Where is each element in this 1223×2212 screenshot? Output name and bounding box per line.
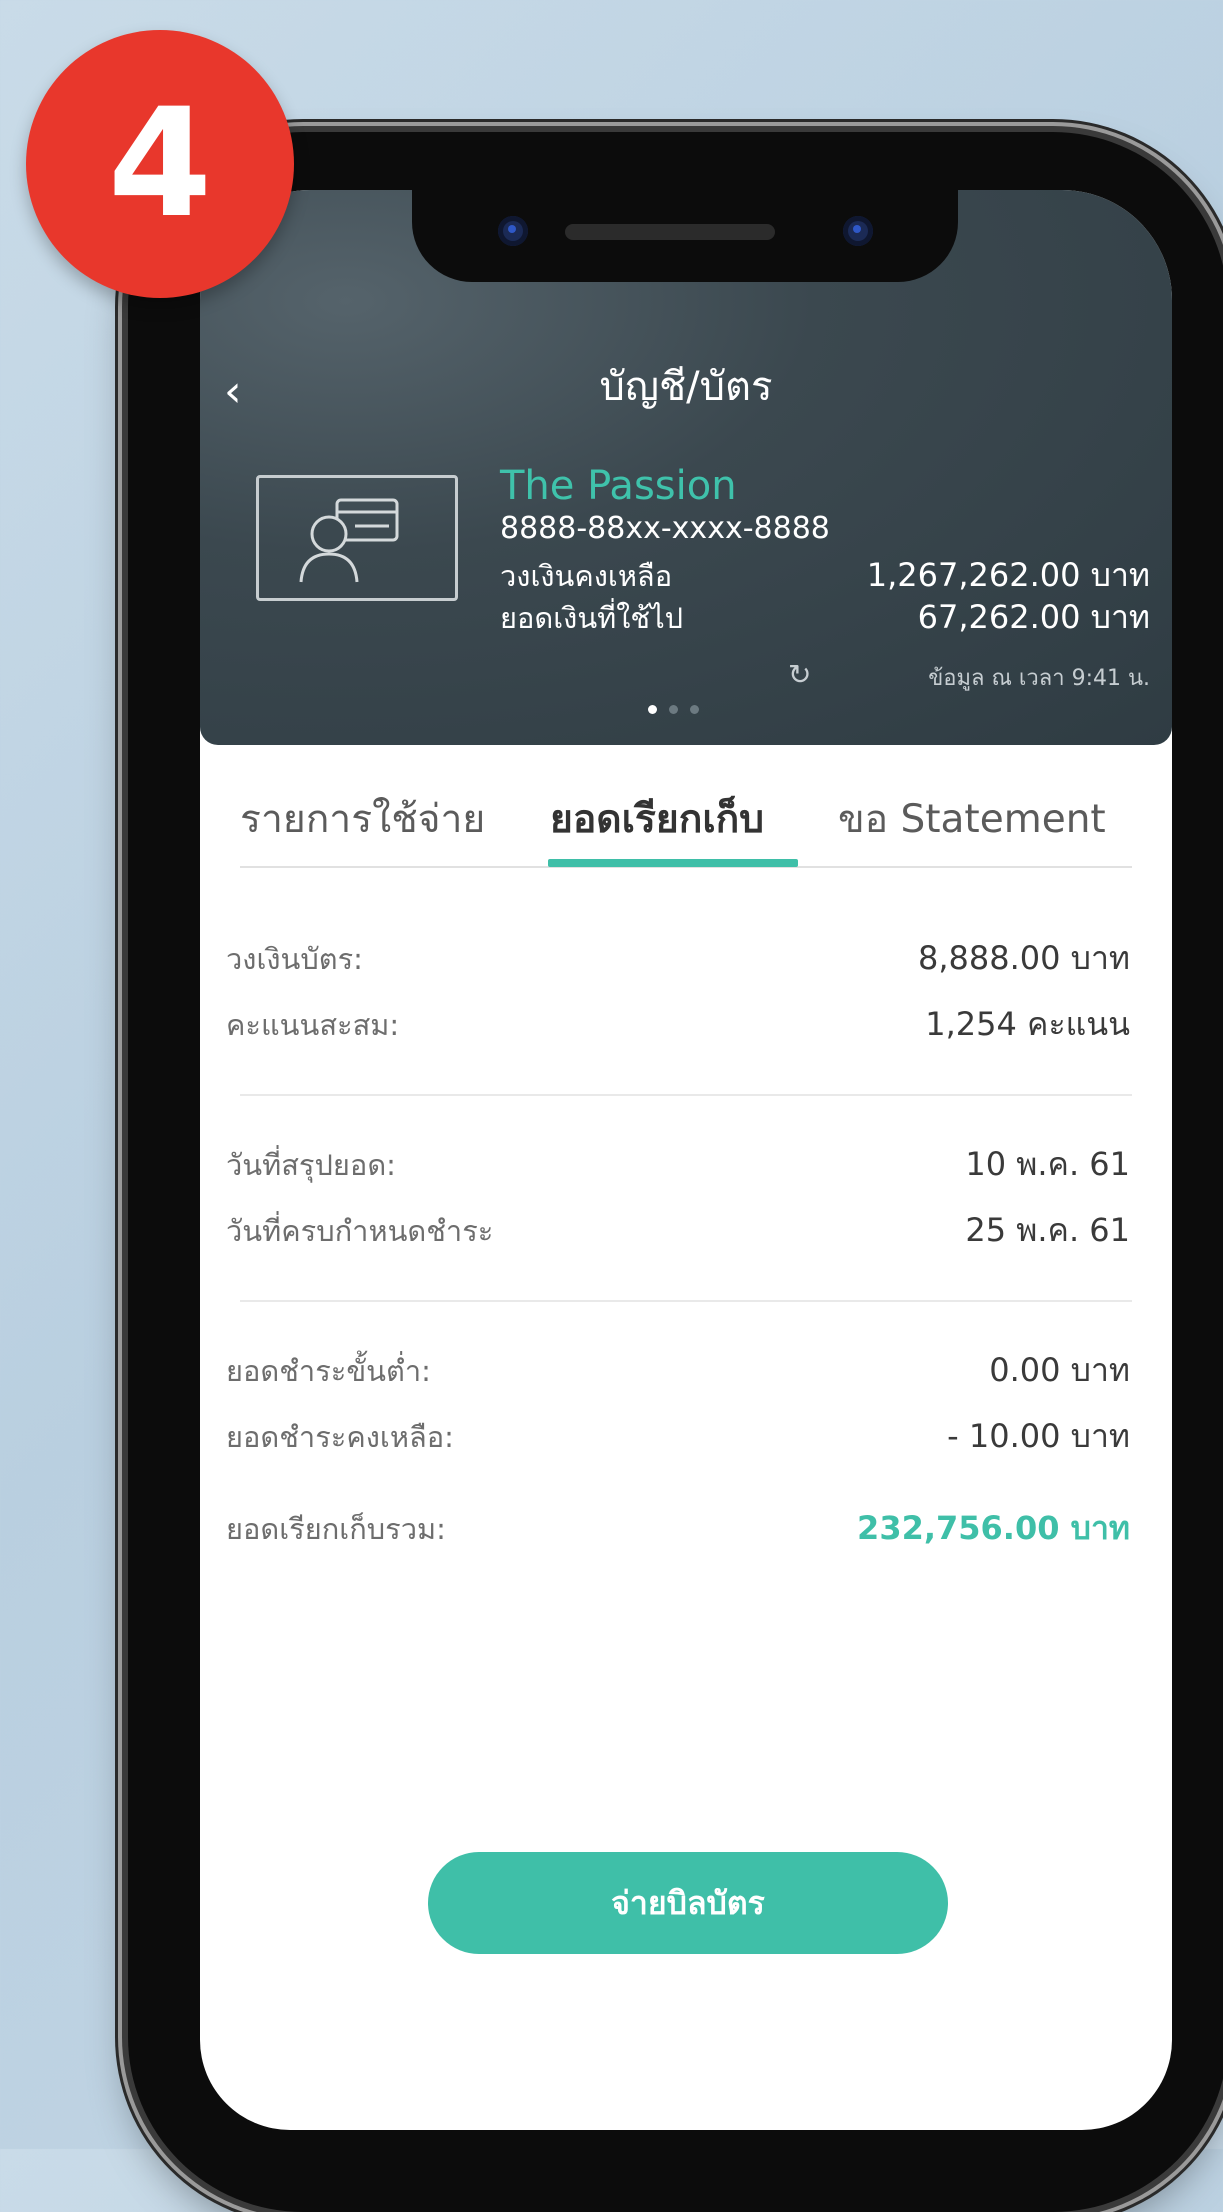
total-billed-value: 232,756.00 บาท: [857, 1509, 1130, 1547]
pager-dot[interactable]: [690, 705, 699, 714]
points-value: 1,254 คะแนน: [925, 1005, 1130, 1043]
used-amount-label: ยอดเงินที่ใช้ไป: [500, 601, 684, 635]
card-pager: [648, 705, 699, 714]
card-limit-value: 8,888.00 บาท: [917, 939, 1130, 977]
available-limit-label: วงเงินคงเหลือ: [500, 559, 673, 593]
pay-card-bill-button[interactable]: จ่ายบิลบัตร: [428, 1852, 948, 1954]
tab-statement[interactable]: ขอ Statement: [838, 795, 1106, 845]
min-payment-label: ยอดชำระขั้นต่ำ:: [226, 1354, 431, 1388]
available-limit-value: 1,267,262.00 บาท: [866, 556, 1150, 594]
card-holder-icon: [256, 475, 458, 601]
sensor-icon: [843, 216, 873, 246]
points-label: คะแนนสะสม:: [226, 1008, 400, 1042]
card-limit-label: วงเงินบัตร:: [226, 942, 363, 976]
statement-date-value: 10 พ.ค. 61: [965, 1145, 1130, 1183]
active-tab-indicator: [548, 859, 798, 867]
section-divider: [240, 1300, 1132, 1302]
pager-dot-active[interactable]: [648, 705, 657, 714]
due-date-value: 25 พ.ค. 61: [965, 1211, 1130, 1249]
camera-icon: [498, 216, 528, 246]
speaker-grille: [565, 224, 775, 240]
pager-dot[interactable]: [669, 705, 678, 714]
page-title: บัญชี/บัตร: [599, 364, 773, 410]
tab-transactions[interactable]: รายการใช้จ่าย: [240, 795, 485, 845]
remaining-payment-label: ยอดชำระคงเหลือ:: [226, 1420, 454, 1454]
min-payment-value: 0.00 บาท: [989, 1351, 1130, 1389]
used-amount-value: 67,262.00 บาท: [917, 598, 1150, 636]
remaining-payment-value: - 10.00 บาท: [947, 1417, 1130, 1455]
card-name: The Passion: [500, 463, 737, 509]
updated-timestamp: ข้อมูล ณ เวลา 9:41 น.: [928, 666, 1150, 691]
tab-billing[interactable]: ยอดเรียกเก็บ: [550, 795, 764, 845]
total-billed-label: ยอดเรียกเก็บรวม:: [226, 1512, 446, 1546]
phone-screen: ‹ บัญชี/บัตร The Passion 8888-88xx-xxxx-…: [200, 190, 1172, 2130]
section-divider: [240, 1094, 1132, 1096]
tab-bar: รายการใช้จ่าย ยอดเรียกเก็บ ขอ Statement: [240, 795, 1140, 855]
refresh-icon[interactable]: ↻: [788, 660, 811, 690]
card-number: 8888-88xx-xxxx-8888: [500, 511, 830, 546]
statement-date-label: วันที่สรุปยอด:: [226, 1148, 396, 1182]
due-date-label: วันที่ครบกำหนดชำระ: [226, 1214, 494, 1248]
step-number-badge: 4: [26, 30, 294, 298]
